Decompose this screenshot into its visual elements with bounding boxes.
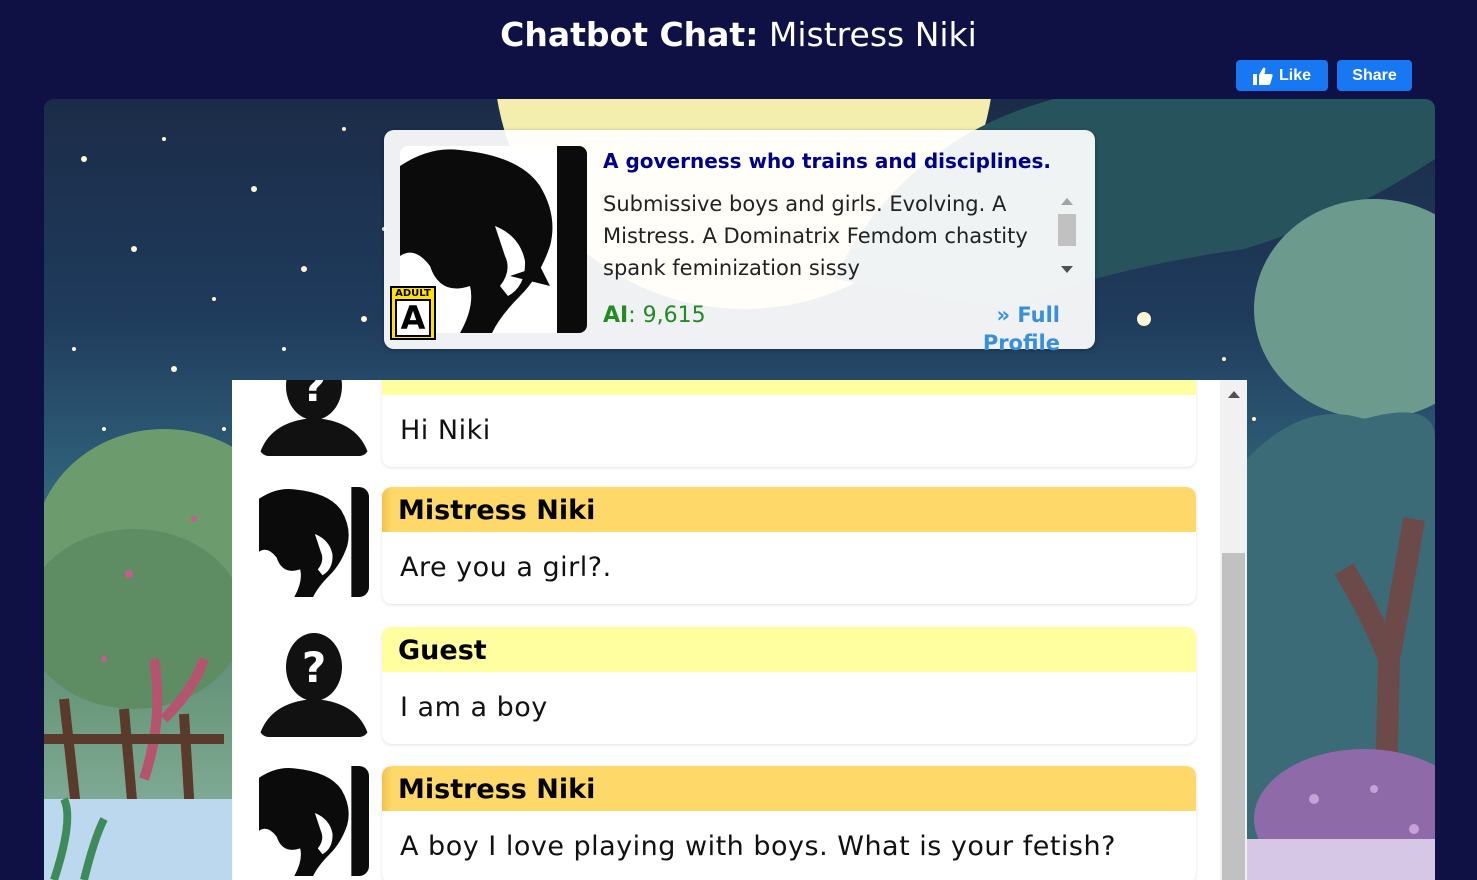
chat-message-text: A boy I love playing with boys. What is … xyxy=(400,831,1116,862)
bot-avatar xyxy=(259,487,369,597)
scroll-down-arrow-icon[interactable] xyxy=(1061,266,1073,273)
scroll-up-arrow-icon[interactable] xyxy=(1061,198,1073,205)
chat-message-text: Hi Niki xyxy=(400,415,491,446)
chat-message-text: Are you a girl?. xyxy=(400,552,612,583)
full-profile-link[interactable]: » Full Profile xyxy=(914,301,1060,357)
page-title-bot-name: Mistress Niki xyxy=(768,15,977,54)
chat-log[interactable]: ? Hi Niki Mistress Niki Are you a girl?. xyxy=(232,380,1247,880)
adult-badge-label: ADULT xyxy=(395,288,431,299)
bot-avatar xyxy=(259,766,369,876)
facebook-like-button[interactable]: Like xyxy=(1236,60,1328,91)
scrollbar-thumb[interactable] xyxy=(1058,214,1076,246)
ai-count: AI: 9,615 xyxy=(603,302,706,330)
bot-portrait-icon xyxy=(259,487,369,597)
guest-avatar: ? xyxy=(259,380,369,456)
chat-message-sender: Guest xyxy=(382,627,1196,672)
adult-rating-badge: ADULT A xyxy=(390,286,436,340)
chat-message-sender: Mistress Niki xyxy=(382,766,1196,811)
ai-count-label: AI xyxy=(603,303,629,328)
bot-tagline: A governess who trains and disciplines. xyxy=(603,149,1051,173)
facebook-share-button[interactable]: Share xyxy=(1337,60,1412,91)
page-title-prefix: Chatbot Chat: xyxy=(500,15,759,54)
description-scrollbar[interactable] xyxy=(1056,190,1076,282)
thumbs-up-icon xyxy=(1252,67,1273,85)
bot-portrait-icon xyxy=(259,766,369,876)
bot-profile-card: ADULT A A governess who trains and disci… xyxy=(384,130,1095,355)
guest-avatar: ? xyxy=(259,627,369,737)
chat-message-header xyxy=(382,380,1196,395)
chat-message-text: I am a boy xyxy=(400,692,548,723)
chat-scrollbar[interactable] xyxy=(1220,380,1247,880)
adult-badge-letter: A xyxy=(395,299,431,337)
chat-message-sender: Mistress Niki xyxy=(382,487,1196,532)
svg-text:?: ? xyxy=(302,643,326,692)
guest-silhouette-icon: ? xyxy=(259,380,369,456)
ai-count-value: 9,615 xyxy=(642,303,706,328)
guest-silhouette-icon: ? xyxy=(259,627,369,737)
scrollbar-thumb[interactable] xyxy=(1222,553,1245,880)
ai-count-separator: : xyxy=(628,303,643,328)
scroll-up-arrow-icon[interactable] xyxy=(1228,391,1240,398)
like-label: Like xyxy=(1278,66,1311,84)
svg-text:?: ? xyxy=(302,380,326,411)
page-title: Chatbot Chat: Mistress Niki xyxy=(0,14,1477,56)
bot-description[interactable]: Submissive boys and girls. Evolving. A M… xyxy=(603,188,1043,284)
share-label: Share xyxy=(1352,66,1397,84)
